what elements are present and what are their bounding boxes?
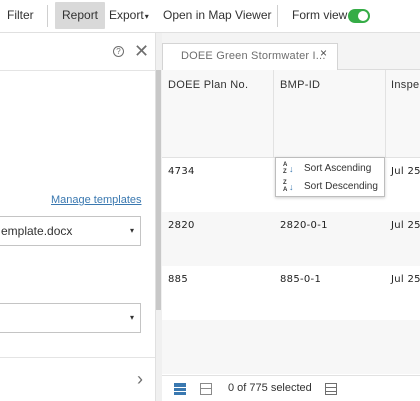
arrow-down-icon: ↓ [289,182,294,192]
table-tab-strip: DOEE Green Stormwater I... × [162,33,420,71]
chevron-down-icon: ▾ [144,12,149,21]
column-divider[interactable] [385,70,386,158]
secondary-select[interactable]: ▾ [0,303,141,333]
table-cell: Jul 25 [391,220,420,231]
scrollbar-thumb[interactable] [156,70,161,310]
show-selected-records-icon[interactable] [200,383,212,395]
table-cell: 2820 [168,220,195,231]
manage-templates-link[interactable]: Manage templates [51,194,142,206]
arrow-down-icon: ↓ [289,164,294,174]
sort-ascending-icon: A Z ↓ [283,162,295,176]
table-header: DOEE Plan No. BMP-ID Inspe [162,70,420,158]
close-icon[interactable]: ✕ [134,42,149,60]
column-header-bmp-id[interactable]: BMP-ID [280,79,320,91]
attribute-table: DOEE Plan No. BMP-ID Inspe 4734 Jul 25 2… [162,70,420,375]
table-cell: Jul 25 [391,274,420,285]
table-cell: 885-0-1 [280,274,322,285]
column-header-inspection[interactable]: Inspe [391,79,419,91]
form-view-label: Form view [292,8,348,22]
close-tab-icon[interactable]: × [320,46,327,60]
show-all-records-icon[interactable] [174,383,186,395]
help-icon[interactable]: ? [113,46,124,57]
chevron-down-icon: ▾ [129,313,134,322]
table-cell: 885 [168,274,188,285]
sort-descending-icon-bottom: A [283,187,288,193]
column-divider[interactable] [273,70,274,158]
template-select-value: emplate.docx [1,224,73,238]
report-panel: ? ✕ Manage templates emplate.docx ▾ ▾ › [0,33,155,401]
top-toolbar: Filter Report Export▾ Open in Map Viewer… [0,0,420,33]
sort-ascending-icon-top: A [283,162,288,168]
toggle-knob [358,11,368,21]
panel-footer: › [0,357,155,401]
export-label: Export [109,8,144,22]
column-header-doee-plan-no[interactable]: DOEE Plan No. [168,79,248,91]
table-row[interactable]: 2820 2820-0-1 Jul 25 [162,212,420,266]
open-in-map-viewer-button[interactable]: Open in Map Viewer [156,2,279,29]
chevron-right-icon[interactable]: › [137,369,143,390]
sort-descending-menu-item[interactable]: Z A ↓ Sort Descending [276,178,384,196]
panel-header: ? ✕ [0,33,155,71]
table-cell: 2820-0-1 [280,220,328,231]
toolbar-divider [277,5,278,27]
report-button[interactable]: Report [55,2,106,29]
template-select[interactable]: emplate.docx ▾ [0,216,141,246]
sort-descending-icon: Z A ↓ [283,180,295,194]
column-sort-menu: A Z ↓ Sort Ascending Z A ↓ Sort Descendi… [275,157,385,197]
sort-descending-label: Sort Descending [304,181,378,192]
toolbar-divider [47,5,48,27]
export-button[interactable]: Export▾ [102,2,156,29]
sort-descending-icon-top: Z [283,180,287,186]
chevron-down-icon: ▾ [129,226,134,235]
form-view-toggle[interactable] [348,9,370,23]
sort-ascending-menu-item[interactable]: A Z ↓ Sort Ascending [276,160,384,178]
selection-count: 0 of 775 selected [228,382,312,394]
table-cell: Jul 25 [391,166,420,177]
table-row[interactable]: 885 885-0-1 Jul 25 [162,266,420,320]
table-cell: 4734 [168,166,195,177]
table-status-bar: 0 of 775 selected [162,375,420,401]
sort-ascending-label: Sort Ascending [304,163,372,174]
tab-doee-green-stormwater[interactable]: DOEE Green Stormwater I... × [162,43,338,71]
sort-ascending-icon-bottom: Z [283,169,287,175]
table-row[interactable] [162,320,420,374]
table-options-icon[interactable] [325,383,337,395]
filter-button[interactable]: Filter [0,2,41,29]
tab-label: DOEE Green Stormwater I... [181,50,326,62]
